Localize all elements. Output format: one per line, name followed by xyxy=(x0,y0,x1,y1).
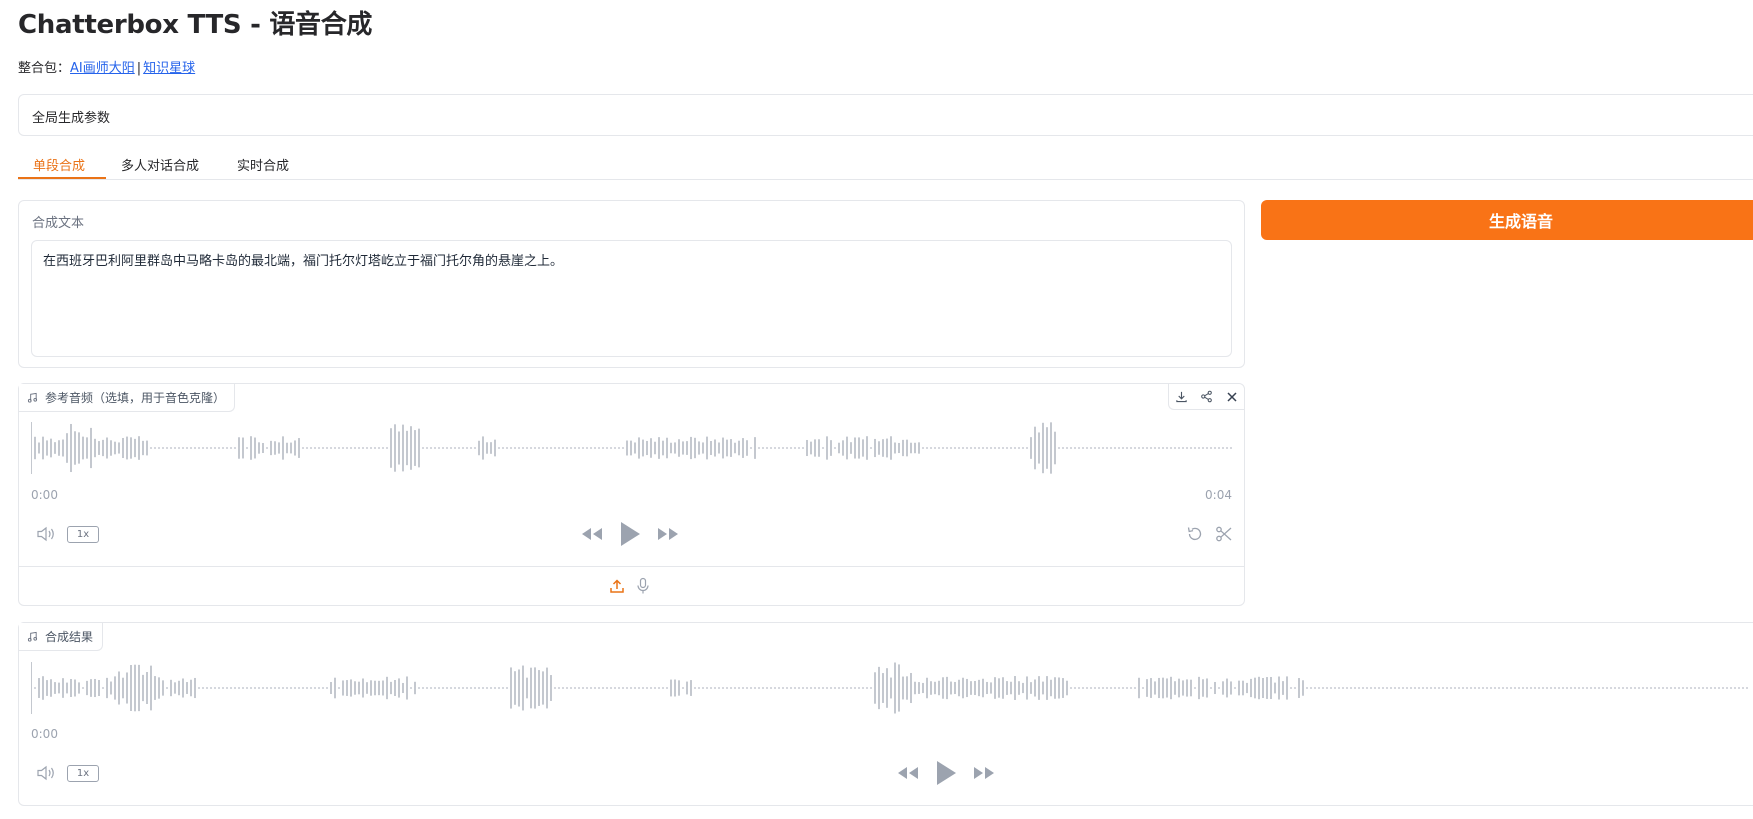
audio-tools xyxy=(1168,384,1244,410)
credit-link-author[interactable]: AI画师大阳 xyxy=(70,61,135,76)
global-params-label: 全局生成参数 xyxy=(32,111,111,126)
music-note-icon xyxy=(27,392,38,403)
close-icon[interactable] xyxy=(1219,384,1244,409)
result-audio-panel: 合成结果 0:00 1x xyxy=(18,622,1753,806)
text-panel: 合成文本 在西班牙巴利阿里群岛中马略卡岛的最北端，福门托尔灯塔屹立于福门托尔角的… xyxy=(18,200,1245,368)
reference-time-end: 0:04 xyxy=(1205,488,1232,502)
reference-audio-label-text: 参考音频（选填，用于音色克隆） xyxy=(45,391,226,405)
text-input[interactable]: 在西班牙巴利阿里群岛中马略卡岛的最北端，福门托尔灯塔屹立于福门托尔角的悬崖之上。 xyxy=(31,240,1232,357)
panel-divider xyxy=(19,566,1244,567)
tab-bar: 单段合成 多人对话合成 实时合成 xyxy=(18,151,1753,180)
fast-forward-icon[interactable] xyxy=(972,764,996,782)
credit-link-community[interactable]: 知识星球 xyxy=(143,61,195,76)
page-title: Chatterbox TTS - 语音合成 xyxy=(18,10,373,40)
global-params-accordion[interactable]: 全局生成参数 xyxy=(18,94,1753,136)
playback-rate-button[interactable]: 1x xyxy=(67,765,99,782)
reference-waveform[interactable] xyxy=(31,420,1236,476)
text-label: 合成文本 xyxy=(32,216,85,231)
result-time-start: 0:00 xyxy=(31,727,58,741)
reference-time-start: 0:00 xyxy=(31,488,58,502)
credit-line: 整合包：AI画师大阳 | 知识星球 xyxy=(18,57,195,76)
credit-separator: | xyxy=(136,61,142,76)
volume-icon[interactable] xyxy=(35,525,57,543)
undo-icon[interactable] xyxy=(1185,525,1205,543)
play-icon[interactable] xyxy=(618,520,642,548)
tab-multi-dialogue[interactable]: 多人对话合成 xyxy=(106,151,214,179)
tab-single[interactable]: 单段合成 xyxy=(18,151,106,179)
result-audio-label-text: 合成结果 xyxy=(45,630,94,644)
playback-rate-button[interactable]: 1x xyxy=(67,526,99,543)
rewind-icon[interactable] xyxy=(580,525,604,543)
music-note-icon xyxy=(27,631,38,642)
volume-icon[interactable] xyxy=(35,764,57,782)
fast-forward-icon[interactable] xyxy=(656,525,680,543)
share-icon[interactable] xyxy=(1194,384,1219,409)
generate-button[interactable]: 生成语音 xyxy=(1261,200,1753,240)
tab-realtime[interactable]: 实时合成 xyxy=(222,151,304,179)
trim-icon[interactable] xyxy=(1214,525,1234,543)
credit-prefix: 整合包： xyxy=(18,61,71,76)
result-waveform[interactable] xyxy=(31,660,1753,716)
rewind-icon[interactable] xyxy=(896,764,920,782)
upload-icon[interactable] xyxy=(608,577,626,595)
play-icon[interactable] xyxy=(934,759,958,787)
result-audio-label: 合成结果 xyxy=(19,623,104,651)
download-icon[interactable] xyxy=(1169,384,1194,409)
reference-audio-label: 参考音频（选填，用于音色克隆） xyxy=(19,384,236,412)
reference-audio-panel: 参考音频（选填，用于音色克隆） 0:00 0:04 1x xyxy=(18,383,1245,606)
microphone-icon[interactable] xyxy=(634,577,652,595)
